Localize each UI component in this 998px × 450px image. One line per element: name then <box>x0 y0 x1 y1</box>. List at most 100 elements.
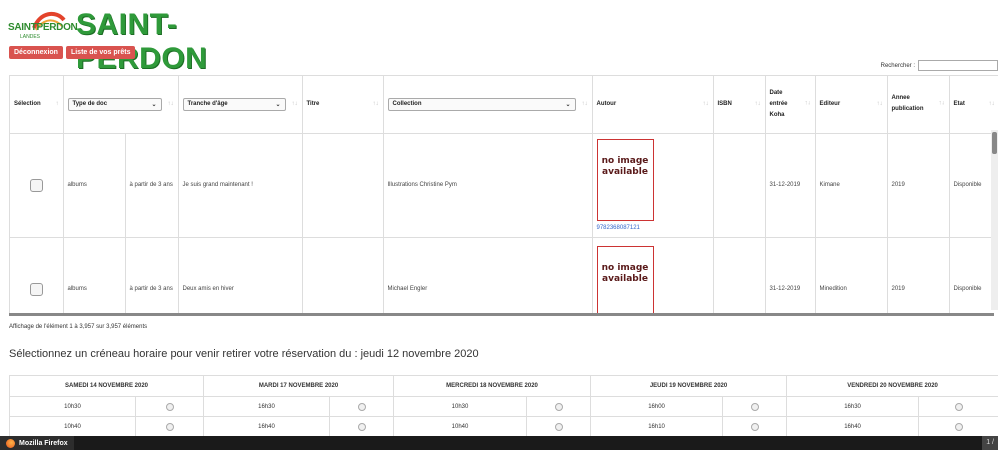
row-checkbox[interactable] <box>29 282 43 296</box>
sort-icon: ↑↓ <box>938 100 945 107</box>
cell-age: à partir de 3 ans <box>125 133 179 238</box>
action-buttons: Déconnexion Liste de vos prêts <box>9 46 136 59</box>
logo-small-text: SAINTPERDON <box>8 22 78 33</box>
cell-age: à partir de 3 ans <box>125 237 179 315</box>
age-label: Tranche d'âge <box>187 101 228 108</box>
no-image-placeholder: no image available <box>596 139 654 221</box>
slot-radio[interactable] <box>554 422 563 431</box>
loans-list-button[interactable]: Liste de vos prêts <box>65 46 136 59</box>
collection-label: Collection <box>392 101 422 108</box>
slot-time: 16h00 <box>590 396 724 417</box>
sort-icon: ↑↓ <box>581 101 588 108</box>
slot-row: 10h30 16h30 10h30 16h00 16h30 <box>9 396 998 417</box>
cell-cover: no image available 9782368087121 <box>592 133 714 238</box>
col-auteur[interactable]: Autour ↑↓ <box>592 76 714 134</box>
slot-radio-cell <box>526 396 592 417</box>
cell-isbn <box>713 133 766 238</box>
sort-icon: ↑↓ <box>372 101 379 108</box>
col-selection-label: Sélection <box>14 101 41 108</box>
slot-radio[interactable] <box>750 402 759 411</box>
vertical-scrollbar[interactable] <box>991 130 998 310</box>
col-editeur[interactable]: Editeur ↑↓ <box>815 76 888 134</box>
search-label: Rechercher : <box>880 62 915 69</box>
slot-day-header: MARDI 17 NOVEMBRE 2020 <box>202 375 395 397</box>
col-type-doc[interactable]: Type de doc ⌄ ↑↓ <box>63 76 179 134</box>
firefox-icon <box>6 438 15 448</box>
slot-radio[interactable] <box>750 422 759 431</box>
slot-radio[interactable] <box>165 422 174 431</box>
slot-time: 10h30 <box>393 396 528 417</box>
cell-annee: 2019 <box>887 133 950 238</box>
slot-radio-cell <box>328 416 395 437</box>
slot-radio-cell <box>328 396 395 417</box>
slot-radio-cell <box>722 396 788 417</box>
slot-day-header: MERCREDI 18 NOVEMBRE 2020 <box>393 375 592 397</box>
slot-radio[interactable] <box>357 402 366 411</box>
slot-radio[interactable] <box>954 402 963 411</box>
isbn-link[interactable]: 9782368087121 <box>597 225 709 231</box>
sort-icon: ↑↓ <box>804 100 811 107</box>
age-select[interactable]: Tranche d'âge ⌄ <box>182 97 286 111</box>
slot-radio[interactable] <box>554 402 563 411</box>
type-doc-select[interactable]: Type de doc ⌄ <box>67 97 162 111</box>
slot-radio-cell <box>135 416 204 437</box>
cell-type: albums <box>63 133 126 238</box>
slot-time: 10h40 <box>393 416 528 437</box>
table-row: albums à partir de 3 ans Deux amis en hi… <box>10 237 998 315</box>
cell-auteur: Illustrations Christine Pym <box>383 133 593 238</box>
logout-button[interactable]: Déconnexion <box>9 46 63 59</box>
chevron-down-icon: ⌄ <box>565 101 571 108</box>
col-etat[interactable]: Etat ↑↓ <box>949 76 998 134</box>
slot-radio[interactable] <box>954 422 963 431</box>
cell-cover: no image available <box>592 237 714 315</box>
slot-radio[interactable] <box>357 422 366 431</box>
slot-radio[interactable] <box>165 402 174 411</box>
cell-collection <box>302 237 384 315</box>
sort-icon: ↑↓ <box>988 101 995 108</box>
slot-time: 16h40 <box>786 416 920 437</box>
search-input[interactable] <box>918 60 998 71</box>
col-selection[interactable]: Sélection ↑ <box>10 76 64 134</box>
table-info: Affichage de l'élément 1 à 3,957 sur 3,9… <box>9 324 148 330</box>
cell-editeur: Minedition <box>815 237 888 315</box>
page: SAINTPERDON LANDES SAINT-PERDON Déconnex… <box>0 0 998 450</box>
sort-icon: ↑↓ <box>167 101 174 108</box>
cell-type: albums <box>63 237 126 315</box>
logo-small-subtext: LANDES <box>20 34 41 40</box>
col-date[interactable]: Date entrée Koha ↑↓ <box>765 76 816 134</box>
site-title: SAINT-PERDON <box>76 8 208 75</box>
cell-editeur: Kimane <box>815 133 888 238</box>
col-titre[interactable]: Titre ↑↓ <box>302 76 384 134</box>
cell-selection <box>10 133 64 238</box>
slot-day-header: JEUDI 19 NOVEMBRE 2020 <box>590 375 788 397</box>
slot-table: SAMEDI 14 NOVEMBRE 2020 MARDI 17 NOVEMBR… <box>9 375 998 437</box>
slot-time: 16h30 <box>203 396 330 417</box>
slot-time: 16h30 <box>786 396 920 417</box>
taskbar-firefox[interactable]: Mozilla Firefox <box>0 436 74 450</box>
slot-row: 10h40 16h40 10h40 16h10 16h40 <box>9 416 998 437</box>
slot-heading: Sélectionnez un créneau horaire pour ven… <box>9 348 479 360</box>
row-checkbox[interactable] <box>29 178 43 192</box>
chevron-down-icon: ⌄ <box>275 101 281 108</box>
col-collection[interactable]: Collection ⌄ ↑↓ <box>383 76 593 134</box>
workspace-indicator[interactable]: 1 / <box>982 436 998 450</box>
col-editeur-label: Editeur <box>819 101 841 108</box>
slot-header-row: SAMEDI 14 NOVEMBRE 2020 MARDI 17 NOVEMBR… <box>9 375 998 397</box>
slot-time: 10h30 <box>9 396 136 417</box>
horizontal-scrollbar[interactable] <box>9 313 994 316</box>
col-annee[interactable]: Annee publication ↑↓ <box>887 76 950 134</box>
vertical-scroll-thumb[interactable] <box>992 132 997 154</box>
chevron-down-icon: ⌄ <box>151 101 157 108</box>
col-age[interactable]: Tranche d'âge ⌄ ↑↓ <box>178 76 303 134</box>
slot-radio-cell <box>918 396 998 417</box>
cell-collection <box>302 133 384 238</box>
collection-select[interactable]: Collection ⌄ <box>387 97 576 111</box>
site-logo[interactable]: SAINTPERDON LANDES SAINT-PERDON <box>6 8 306 75</box>
cell-date: 31-12-2019 <box>765 237 816 315</box>
slot-time: 16h10 <box>590 416 724 437</box>
type-doc-label: Type de doc <box>72 101 108 108</box>
col-isbn[interactable]: ISBN ↑↓ <box>713 76 766 134</box>
cell-selection <box>10 237 64 315</box>
slot-day-header: VENDREDI 20 NOVEMBRE 2020 <box>786 375 998 397</box>
slot-radio-cell <box>135 396 204 417</box>
